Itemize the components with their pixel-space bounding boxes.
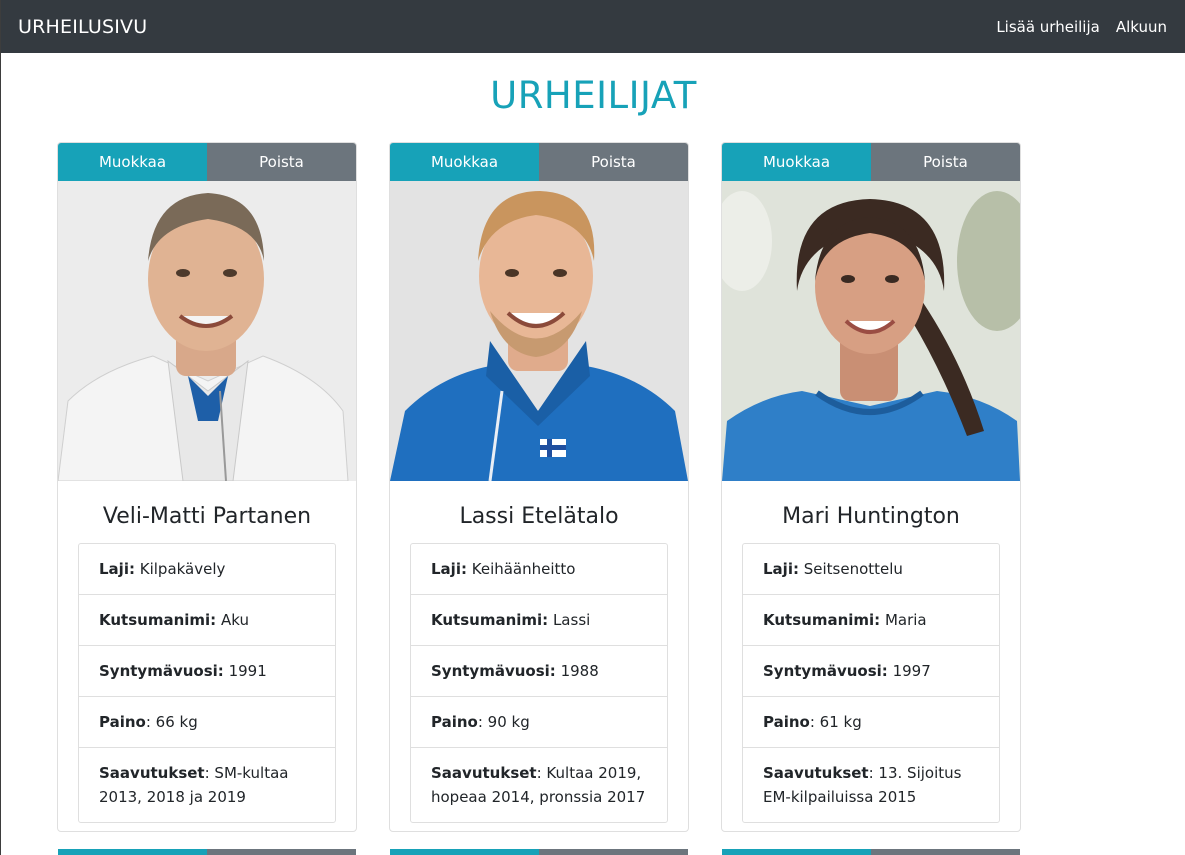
label: Kutsumanimi: (763, 611, 881, 629)
athlete-photo (390, 181, 688, 481)
delete-button[interactable] (871, 849, 1020, 855)
info-nickname: Kutsumanimi: Aku (79, 594, 335, 645)
info-sport: Laji: Kilpakävely (79, 544, 335, 594)
athlete-card: Muokkaa Poista Lassi Etelätalo Laji: Kei… (389, 142, 689, 832)
athlete-info-list: Laji: Keihäänheitto Kutsumanimi: Lassi S… (410, 543, 668, 823)
value: Kilpakävely (139, 560, 226, 578)
next-card-actions (390, 849, 688, 855)
value: Keihäänheitto (471, 560, 576, 578)
athlete-card: Muokkaa Poista Mari Huntington Laji: Sei… (721, 142, 1021, 832)
next-card-actions (722, 849, 1020, 855)
athlete-photo (58, 181, 356, 481)
label: Laji: (763, 560, 799, 578)
delete-button[interactable] (539, 849, 688, 855)
athlete-name: Veli-Matti Partanen (102, 504, 312, 529)
label: Syntymävuosi: (763, 662, 888, 680)
info-weight: Paino: 90 kg (411, 696, 667, 747)
brand-link[interactable]: URHEILUSIVU (18, 16, 147, 38)
card-actions: Muokkaa Poista (722, 143, 1020, 181)
athlete-name: Lassi Etelätalo (459, 504, 619, 529)
edit-button[interactable] (58, 849, 207, 855)
label: Kutsumanimi: (99, 611, 217, 629)
value: : 90 kg (477, 713, 530, 731)
label: Paino (763, 713, 810, 731)
nav-links: Lisää urheilija Alkuun (996, 18, 1167, 36)
next-card-actions (58, 849, 356, 855)
info-achievements: Saavutukset: Kultaa 2019, hopeaa 2014, p… (411, 747, 667, 822)
value: 1988 (560, 662, 599, 680)
info-sport: Laji: Seitsenottelu (743, 544, 999, 594)
label: Paino (99, 713, 146, 731)
edit-button[interactable] (722, 849, 871, 855)
label: Syntymävuosi: (431, 662, 556, 680)
info-achievements: Saavutukset: SM-kultaa 2013, 2018 ja 201… (79, 747, 335, 822)
label: Saavutukset (763, 764, 869, 782)
edit-button[interactable]: Muokkaa (390, 143, 539, 181)
value: Lassi (552, 611, 591, 629)
athlete-info-list: Laji: Kilpakävely Kutsumanimi: Aku Synty… (78, 543, 336, 823)
label: Paino (431, 713, 478, 731)
athlete-info-list: Laji: Seitsenottelu Kutsumanimi: Maria S… (742, 543, 1000, 823)
info-nickname: Kutsumanimi: Lassi (411, 594, 667, 645)
info-weight: Paino: 66 kg (79, 696, 335, 747)
delete-button[interactable]: Poista (207, 143, 356, 181)
value: 1991 (228, 662, 267, 680)
info-sport: Laji: Keihäänheitto (411, 544, 667, 594)
value: : 66 kg (145, 713, 198, 731)
value: Seitsenottelu (803, 560, 903, 578)
page-title: URHEILIJAT (490, 74, 697, 117)
nav-link-home[interactable]: Alkuun (1116, 18, 1167, 36)
value: Maria (884, 611, 927, 629)
label: Saavutukset (99, 764, 205, 782)
label: Saavutukset (431, 764, 537, 782)
info-birth-year: Syntymävuosi: 1997 (743, 645, 999, 696)
label: Kutsumanimi: (431, 611, 549, 629)
value: : 61 kg (809, 713, 862, 731)
value: 1997 (892, 662, 931, 680)
info-nickname: Kutsumanimi: Maria (743, 594, 999, 645)
value: Aku (220, 611, 249, 629)
edit-button[interactable]: Muokkaa (722, 143, 871, 181)
delete-button[interactable]: Poista (871, 143, 1020, 181)
card-actions: Muokkaa Poista (58, 143, 356, 181)
athlete-name: Mari Huntington (782, 504, 960, 529)
label: Laji: (99, 560, 135, 578)
athlete-photo (722, 181, 1020, 481)
label: Syntymävuosi: (99, 662, 224, 680)
info-achievements: Saavutukset: 13. Sijoitus EM-kilpailuiss… (743, 747, 999, 822)
navbar: URHEILUSIVU Lisää urheilija Alkuun (1, 0, 1185, 53)
info-birth-year: Syntymävuosi: 1988 (411, 645, 667, 696)
delete-button[interactable]: Poista (539, 143, 688, 181)
info-weight: Paino: 61 kg (743, 696, 999, 747)
delete-button[interactable] (207, 849, 356, 855)
edit-button[interactable] (390, 849, 539, 855)
edit-button[interactable]: Muokkaa (58, 143, 207, 181)
athlete-card: Muokkaa Poista Veli-Matti Partanen Laji:… (57, 142, 357, 832)
nav-link-add-athlete[interactable]: Lisää urheilija (996, 18, 1100, 36)
label: Laji: (431, 560, 467, 578)
card-actions: Muokkaa Poista (390, 143, 688, 181)
info-birth-year: Syntymävuosi: 1991 (79, 645, 335, 696)
